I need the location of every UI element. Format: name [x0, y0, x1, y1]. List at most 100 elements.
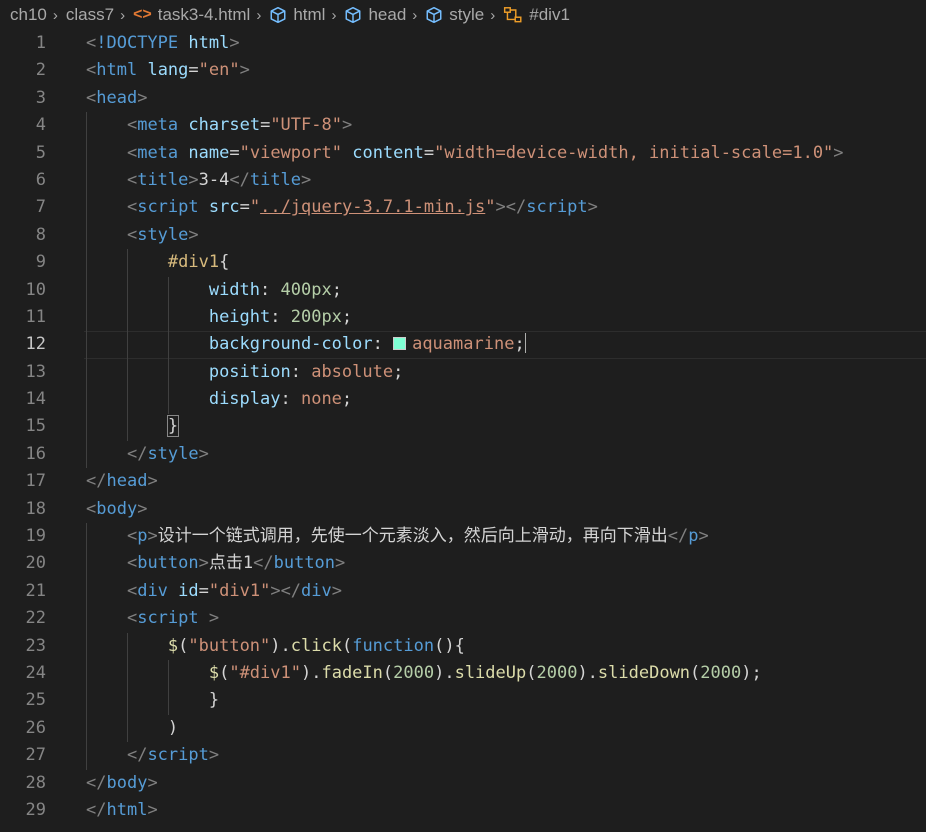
code-token: meta [137, 115, 179, 136]
code-line[interactable]: width: 400px; [86, 277, 926, 304]
code-token: script [137, 608, 199, 629]
code-token: ( [690, 662, 701, 683]
indent-guide [126, 632, 128, 743]
code-line[interactable]: <p>设计一个链式调用，先使一个元素淡入，然后向上滑动，再向下滑出</p> [86, 523, 926, 550]
code-line[interactable]: <html lang="en"> [86, 57, 926, 84]
code-token: ( [526, 662, 537, 683]
code-editor[interactable]: 1 2 3 4 5 6 7 8 9 10 11 12 13 14 15 16 17 18 19 20 21 22 23 24 2… [0, 30, 926, 832]
code-token: > [198, 553, 209, 574]
code-token: html [188, 33, 230, 53]
code-token: = [260, 115, 271, 136]
code-line[interactable]: $("button").click(function(){ [86, 633, 926, 660]
chevron-right-icon: › [256, 6, 262, 24]
line-number: 4 [35, 115, 46, 136]
code-token: ( [382, 662, 394, 683]
code-token: script [147, 745, 209, 766]
code-token: = [239, 197, 250, 218]
line-number: 8 [35, 224, 46, 245]
code-token: ></ [495, 197, 527, 218]
code-line[interactable]: <body> [86, 496, 926, 523]
breadcrumb-item[interactable]: <> task3-4.html [133, 5, 250, 25]
code-line[interactable]: </style> [86, 441, 926, 468]
code-token: $ [208, 662, 220, 683]
code-token: > [188, 224, 199, 245]
breadcrumb-item[interactable]: head [344, 5, 406, 25]
code-token: "UTF-8" [270, 115, 342, 136]
code-token: < [126, 580, 138, 601]
code-token: < [126, 224, 138, 245]
code-token: body [106, 772, 148, 793]
code-line[interactable]: </body> [86, 770, 926, 797]
code-token: < [126, 553, 138, 574]
code-area[interactable]: <!DOCTYPE html> <html lang="en"> <head> <m… [84, 30, 926, 824]
code-line[interactable]: ) [86, 715, 926, 742]
breadcrumb-item[interactable]: style [425, 5, 484, 25]
code-line[interactable]: <meta charset="UTF-8"> [86, 112, 926, 139]
line-number: 15 [25, 416, 46, 437]
code-token: "viewport" [239, 142, 342, 163]
breadcrumb-item[interactable]: class7 [66, 5, 114, 25]
code-line[interactable]: background-color: aquamarine; [84, 331, 926, 360]
code-line[interactable]: </html> [86, 797, 926, 824]
code-token: ; [341, 306, 353, 327]
code-token: width [208, 279, 261, 300]
code-token: none [300, 389, 342, 410]
code-token: div [301, 580, 332, 601]
code-token: ). [300, 662, 322, 683]
breadcrumb-item[interactable]: html [269, 5, 325, 25]
indent-guide [167, 660, 169, 715]
code-line[interactable]: <div id="div1"></div> [86, 578, 926, 605]
code-line[interactable]: </head> [86, 468, 926, 495]
breadcrumb-item[interactable]: #div1 [503, 5, 570, 25]
chevron-right-icon: › [52, 6, 58, 24]
code-token: ></ [270, 580, 302, 601]
code-token: height [208, 306, 271, 327]
code-line[interactable]: $("#div1").fadeIn(2000).slideUp(2000).sl… [86, 660, 926, 687]
code-line[interactable]: position: absolute; [86, 359, 926, 386]
line-number: 14 [25, 389, 46, 410]
code-token: = [423, 142, 435, 163]
code-token: ; [341, 389, 353, 410]
code-line[interactable]: <meta name="viewport" content="width=dev… [86, 140, 926, 167]
code-line[interactable]: <title>3-4</title> [86, 167, 926, 194]
code-line[interactable]: <style> [86, 222, 926, 249]
code-line[interactable]: } [86, 687, 926, 714]
color-swatch[interactable] [393, 337, 407, 351]
code-token: html [96, 60, 138, 81]
code-line[interactable]: } [86, 413, 926, 440]
code-token: script [526, 197, 588, 218]
code-line[interactable]: <script src="../jquery-3.7.1-min.js"></s… [86, 194, 926, 221]
line-number: 25 [25, 690, 46, 711]
cube-icon [344, 6, 362, 24]
code-line[interactable]: </script> [86, 742, 926, 769]
code-line[interactable]: display: none; [86, 386, 926, 413]
code-token: 400px [280, 279, 332, 300]
code-token: #div1 [167, 252, 220, 273]
breadcrumb-label: task3-4.html [157, 5, 251, 24]
breadcrumb-item[interactable]: ch10 [10, 5, 47, 25]
code-line[interactable]: <!DOCTYPE html> [86, 30, 926, 57]
code-token: ). [270, 635, 291, 656]
code-token: script [137, 197, 199, 218]
code-line[interactable]: <head> [86, 85, 926, 112]
line-number: 6 [35, 169, 46, 190]
code-token: "en" [198, 60, 240, 81]
code-token: 2000 [536, 662, 578, 683]
code-line[interactable]: #div1{ [86, 249, 926, 276]
code-token: p [137, 526, 148, 547]
code-token: ). [434, 662, 455, 683]
breadcrumb-label: class7 [65, 5, 115, 24]
code-line[interactable]: <script > [86, 605, 926, 632]
code-token: </ [86, 471, 107, 492]
line-number: 22 [25, 608, 46, 629]
code-line[interactable]: height: 200px; [86, 304, 926, 331]
code-line[interactable]: <button>点击1</button> [86, 550, 926, 577]
